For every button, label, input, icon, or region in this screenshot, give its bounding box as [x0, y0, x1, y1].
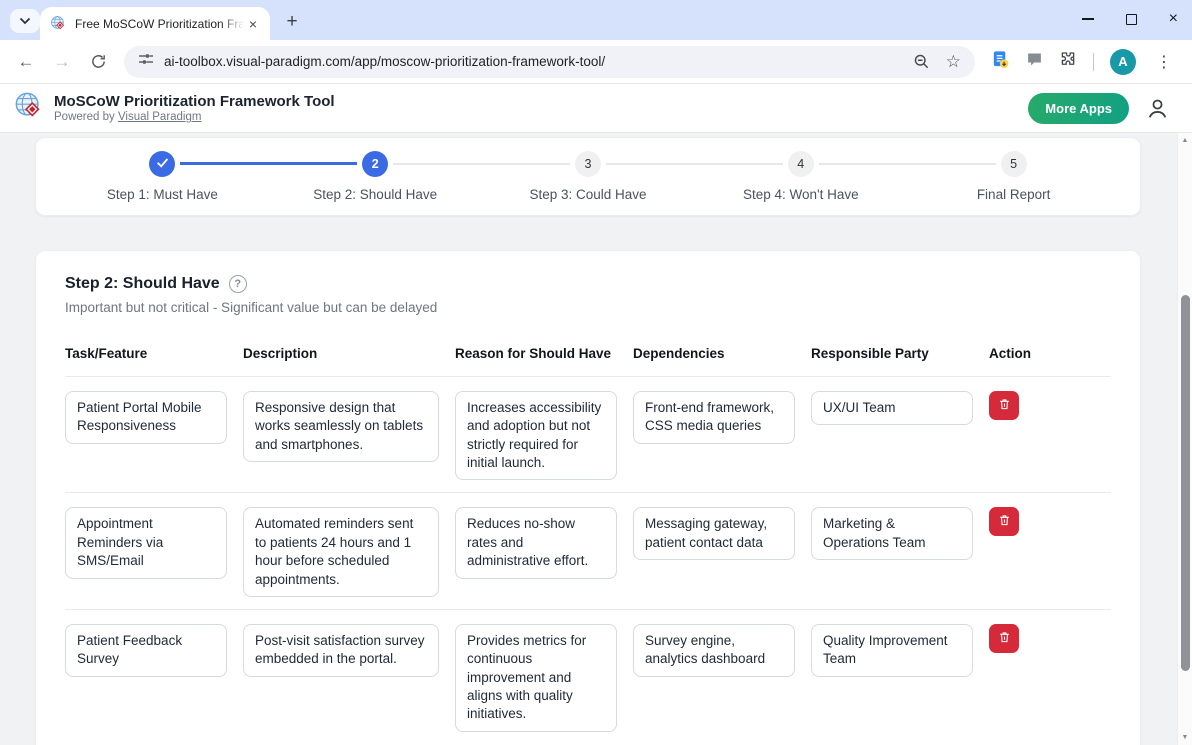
column-header-task: Task/Feature — [65, 346, 227, 361]
chat-extension-icon[interactable] — [1026, 51, 1043, 73]
step-circle-complete — [149, 151, 175, 177]
section-subtitle: Important but not critical - Significant… — [65, 300, 1111, 315]
dependencies-input[interactable]: Front-end framework, CSS media queries — [633, 391, 795, 444]
delete-row-button[interactable] — [989, 624, 1019, 653]
step-label: Step 4: Won't Have — [694, 187, 907, 202]
table-row: Appointment Reminders via SMS/Email Auto… — [65, 492, 1111, 608]
step-circle: 3 — [575, 151, 601, 177]
tab-title: Free MoSCoW Prioritization Fra — [75, 17, 244, 31]
trash-icon — [998, 397, 1011, 414]
help-icon[interactable]: ? — [229, 275, 247, 293]
step-label: Step 1: Must Have — [56, 187, 269, 202]
scrollbar-thumb[interactable] — [1181, 295, 1190, 671]
step-circle: 5 — [1001, 151, 1027, 177]
app-title: MoSCoW Prioritization Framework Tool — [54, 93, 335, 112]
column-header-reason: Reason for Should Have — [455, 346, 617, 361]
app-header: MoSCoW Prioritization Framework Tool Pow… — [0, 84, 1192, 133]
task-input[interactable]: Appointment Reminders via SMS/Email — [65, 507, 227, 578]
site-settings-icon[interactable] — [138, 51, 154, 72]
close-window-button[interactable]: × — [1169, 11, 1178, 27]
column-header-responsible: Responsible Party — [811, 346, 973, 361]
tab-search-button[interactable] — [10, 9, 40, 33]
step-label: Step 3: Could Have — [482, 187, 695, 202]
stepper-step-wont-have[interactable]: 4 Step 4: Won't Have — [694, 151, 907, 202]
reason-input[interactable]: Reduces no-show rates and administrative… — [455, 507, 617, 578]
profile-avatar[interactable]: A — [1110, 49, 1136, 75]
page-content: Step 1: Must Have 2 Step 2: Should Have … — [0, 133, 1177, 745]
forward-button[interactable]: → — [46, 46, 78, 78]
section-title: Step 2: Should Have — [65, 275, 220, 293]
stepper-step-final-report[interactable]: 5 Final Report — [907, 151, 1120, 202]
tab-strip: Free MoSCoW Prioritization Fra × + × — [0, 0, 1192, 40]
back-button[interactable]: ← — [10, 46, 42, 78]
stepper-step-must-have[interactable]: Step 1: Must Have — [56, 151, 269, 202]
stepper: Step 1: Must Have 2 Step 2: Should Have … — [35, 137, 1141, 216]
more-apps-button[interactable]: More Apps — [1028, 93, 1129, 124]
trash-icon — [998, 513, 1011, 530]
user-account-icon[interactable] — [1145, 96, 1170, 121]
tab-close-icon[interactable]: × — [244, 15, 262, 33]
scroll-down-icon[interactable]: ▼ — [1178, 734, 1192, 741]
column-header-action: Action — [989, 346, 1111, 361]
description-input[interactable]: Post-visit satisfaction survey embedded … — [243, 624, 439, 677]
bookmark-star-icon[interactable]: ☆ — [946, 52, 961, 72]
new-tab-button[interactable]: + — [278, 8, 306, 36]
reason-input[interactable]: Increases accessibility and adoption but… — [455, 391, 617, 480]
maximize-icon — [1126, 14, 1137, 25]
window-controls: × — [1082, 0, 1178, 38]
delete-row-button[interactable] — [989, 391, 1019, 420]
browser-menu-icon[interactable]: ⋮ — [1152, 52, 1176, 72]
visual-paradigm-link[interactable]: Visual Paradigm — [118, 111, 202, 123]
docs-extension-icon[interactable] — [991, 50, 1010, 74]
dependencies-input[interactable]: Survey engine, analytics dashboard — [633, 624, 795, 677]
check-icon — [156, 157, 169, 171]
step-circle: 4 — [788, 151, 814, 177]
stepper-step-should-have[interactable]: 2 Step 2: Should Have — [269, 151, 482, 202]
extensions-area: A ⋮ — [985, 49, 1182, 75]
reason-input[interactable]: Provides metrics for continuous improvem… — [455, 624, 617, 732]
minimize-icon — [1082, 18, 1094, 20]
reload-button[interactable] — [82, 46, 114, 78]
step-label: Final Report — [907, 187, 1120, 202]
trash-icon — [998, 630, 1011, 647]
browser-tab[interactable]: Free MoSCoW Prioritization Fra × — [40, 7, 270, 40]
column-header-dependencies: Dependencies — [633, 346, 795, 361]
responsible-input[interactable]: Marketing & Operations Team — [811, 507, 973, 560]
url-text[interactable]: ai-toolbox.visual-paradigm.com/app/mosco… — [164, 54, 605, 69]
step-circle-active: 2 — [362, 151, 388, 177]
table-row: Patient Feedback Survey Post-visit satis… — [65, 609, 1111, 744]
address-bar[interactable]: ai-toolbox.visual-paradigm.com/app/mosco… — [124, 46, 975, 78]
reload-icon — [90, 53, 107, 70]
responsible-input[interactable]: UX/UI Team — [811, 391, 973, 425]
zoom-out-icon[interactable] — [913, 53, 930, 70]
table-header-row: Task/Feature Description Reason for Shou… — [65, 346, 1111, 376]
page-scrollbar[interactable]: ▲ ▼ — [1177, 133, 1192, 745]
table-row: Patient Portal Mobile Responsiveness Res… — [65, 376, 1111, 492]
toolbar-divider — [1093, 53, 1094, 71]
chevron-down-icon — [19, 12, 31, 30]
delete-row-button[interactable] — [989, 507, 1019, 536]
description-input[interactable]: Responsive design that works seamlessly … — [243, 391, 439, 462]
task-input[interactable]: Patient Feedback Survey — [65, 624, 227, 677]
task-input[interactable]: Patient Portal Mobile Responsiveness — [65, 391, 227, 444]
browser-window: Free MoSCoW Prioritization Fra × + × ← →… — [0, 0, 1192, 745]
tab-favicon-icon — [50, 15, 67, 32]
extensions-puzzle-icon[interactable] — [1059, 50, 1077, 73]
stepper-step-could-have[interactable]: 3 Step 3: Could Have — [482, 151, 695, 202]
powered-by-text: Powered by — [54, 111, 115, 123]
dependencies-input[interactable]: Messaging gateway, patient contact data — [633, 507, 795, 560]
should-have-section: Step 2: Should Have ? Important but not … — [35, 250, 1141, 745]
step-label: Step 2: Should Have — [269, 187, 482, 202]
description-input[interactable]: Automated reminders sent to patients 24 … — [243, 507, 439, 596]
minimize-button[interactable] — [1082, 18, 1094, 20]
maximize-button[interactable] — [1126, 14, 1137, 25]
column-header-description: Description — [243, 346, 439, 361]
scroll-up-icon[interactable]: ▲ — [1178, 137, 1192, 144]
responsible-input[interactable]: Quality Improvement Team — [811, 624, 973, 677]
browser-toolbar: ← → ai-toolbox.visual-paradigm.com/app/m… — [0, 40, 1192, 84]
app-logo-icon — [14, 91, 44, 126]
